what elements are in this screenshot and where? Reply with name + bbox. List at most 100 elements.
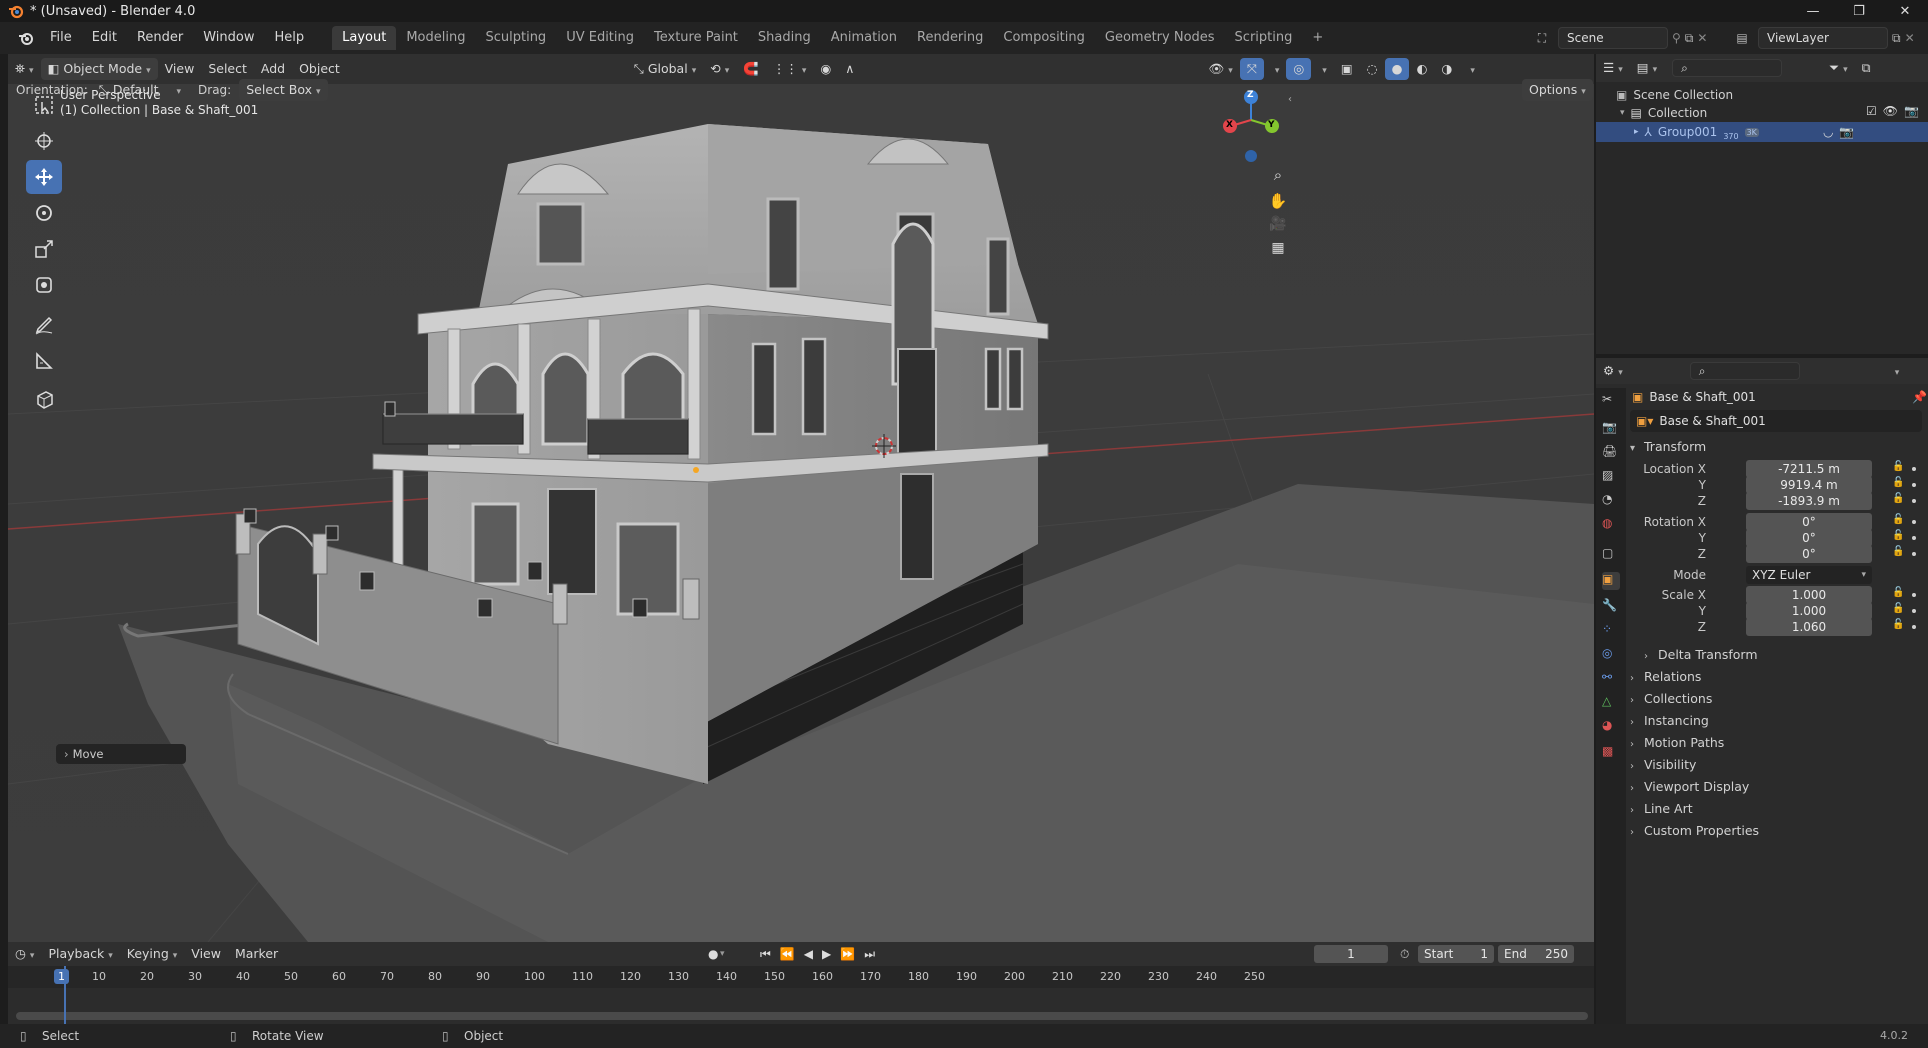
pin-icon[interactable]: 📌 [1912,390,1927,404]
physics-tab-icon[interactable]: ◎ [1602,646,1620,664]
tab-layout[interactable]: Layout [332,26,397,50]
tab-geometry-nodes[interactable]: Geometry Nodes [1095,26,1225,50]
current-frame-field[interactable]: 1 [1314,945,1388,963]
constraints-tab-icon[interactable]: ⚯ [1602,670,1620,688]
start-frame-field[interactable]: Start 1 [1418,945,1494,963]
tab-shading[interactable]: Shading [748,26,821,50]
properties-search-input[interactable]: ⌕ [1689,362,1800,380]
outliner-editor-type-icon[interactable]: ☰ ▾ [1596,57,1630,79]
outliner-row-scene-collection[interactable]: ▣ Scene Collection [1616,86,1733,104]
scale-tool[interactable] [26,232,62,266]
close-window-button[interactable]: ✕ [1882,0,1928,22]
material-tab-icon[interactable]: ◕ [1602,718,1620,736]
properties-editor-type-icon[interactable]: ⚙ ▾ [1596,360,1630,382]
jump-start-icon[interactable]: ⏮ [760,947,771,962]
menu-edit[interactable]: Edit [82,27,127,49]
viewport-display-section-header[interactable]: › Viewport Display [1630,776,1922,798]
timeline-scrollbar[interactable] [16,1012,1588,1020]
pin-scene-icon[interactable]: ⚲ [1672,31,1681,45]
visibility-section-header[interactable]: › Visibility [1630,754,1922,776]
tab-modeling[interactable]: Modeling [396,26,475,50]
3d-viewport[interactable]: User Perspective (1) Collection | Base &… [8,84,1594,942]
tab-rendering[interactable]: Rendering [907,26,993,50]
lock-icon[interactable]: 🔓 [1892,530,1904,541]
keyframe-dot-icon[interactable] [1912,536,1916,540]
move-tool[interactable] [26,160,62,194]
relations-section-header[interactable]: › Relations [1630,666,1922,688]
lock-icon[interactable]: 🔓 [1892,587,1904,598]
scale-z-field[interactable]: 1.060 [1746,618,1872,636]
location-z-field[interactable]: -1893.9 m [1746,492,1872,510]
lock-icon[interactable]: 🔓 [1892,546,1904,557]
filter-icon[interactable]: ⏷ ▾ [1822,57,1855,79]
custom-properties-section-header[interactable]: › Custom Properties [1630,820,1922,842]
exclude-checkbox-icon[interactable]: ☑ [1866,104,1877,118]
zoom-icon[interactable]: ⌕ [1266,166,1290,190]
pan-hand-icon[interactable]: ✋ [1266,192,1290,216]
tab-compositing[interactable]: Compositing [993,26,1095,50]
delete-view-layer-icon[interactable]: ✕ [1905,31,1915,45]
options-dropdown[interactable]: Options ▾ [1522,79,1593,101]
line-art-section-header[interactable]: › Line Art [1630,798,1922,820]
delta-transform-section-header[interactable]: › Delta Transform [1644,644,1928,666]
keyframe-dot-icon[interactable] [1912,625,1916,629]
orientation-dropdown[interactable]: ⤡ Default ▾ [92,79,188,101]
menu-render[interactable]: Render [127,27,193,49]
jump-end-icon[interactable]: ⏭ [864,947,875,962]
lock-icon[interactable]: 🔓 [1892,514,1904,525]
maximize-button[interactable]: ❐ [1836,0,1882,22]
minimize-button[interactable]: — [1790,0,1836,22]
motion-paths-section-header[interactable]: › Motion Paths [1630,732,1922,754]
keyframe-dot-icon[interactable] [1912,467,1916,471]
new-collection-icon[interactable]: ⧉ [1855,57,1878,79]
view-layer-icon[interactable]: ▤ [1730,27,1754,49]
keyframe-dot-icon[interactable] [1912,499,1916,503]
record-keyframe-icon[interactable]: ● [708,947,718,961]
outliner-row-group001[interactable]: ▸ ⅄ Group001 370 3K ◡ 📷 [1596,122,1928,142]
new-scene-icon[interactable]: ⧉ [1685,31,1694,46]
lock-icon[interactable]: 🔓 [1892,477,1904,488]
menu-marker[interactable]: Marker [228,943,285,965]
new-view-layer-icon[interactable]: ⧉ [1892,31,1901,46]
view-layer-field[interactable]: ViewLayer [1758,27,1888,49]
eye-icon[interactable]: ◡ [1823,125,1833,139]
expand-arrow-icon[interactable]: ▾ [1620,104,1625,122]
tab-scripting[interactable]: Scripting [1225,26,1303,50]
menu-window[interactable]: Window [193,27,264,49]
playhead-line[interactable] [64,966,66,1024]
viewport-scene[interactable] [8,84,1594,942]
output-tab-icon[interactable]: 🖨 [1602,444,1620,462]
prev-keyframe-icon[interactable]: ⏪ [780,947,795,962]
frame-ruler[interactable]: 1 10 20 30 40 50 60 70 80 90 100 110 120 130 140 150 160… [8,966,1594,988]
drag-dropdown[interactable]: Select Box ▾ [239,79,328,101]
end-frame-field[interactable]: End 250 [1498,945,1574,963]
render-camera-icon[interactable]: 📷 [1904,104,1919,118]
play-icon[interactable]: ▶ [822,947,831,962]
ortho-grid-icon[interactable]: ▦ [1266,240,1290,264]
cursor-tool[interactable] [26,124,62,158]
record-dropdown-icon[interactable]: ▾ [720,949,725,959]
camera-view-icon[interactable]: 🎥 [1266,216,1290,240]
texture-tab-icon[interactable]: ▩ [1602,744,1620,762]
keyframe-dot-icon[interactable] [1912,609,1916,613]
add-workspace-button[interactable]: + [1302,26,1333,50]
display-mode-icon[interactable]: ▤ ▾ [1630,57,1664,79]
annotate-tool[interactable] [26,308,62,342]
lock-icon[interactable]: 🔓 [1892,461,1904,472]
measure-tool[interactable] [26,344,62,378]
add-cube-tool[interactable] [26,382,62,416]
scene-name-field[interactable]: Scene [1558,27,1668,49]
keyframe-dot-icon[interactable] [1912,593,1916,597]
tab-uv-editing[interactable]: UV Editing [556,26,644,50]
menu-timeline-view[interactable]: View [184,943,228,965]
keyframe-dot-icon[interactable] [1912,552,1916,556]
tab-sculpting[interactable]: Sculpting [475,26,556,50]
play-reverse-icon[interactable]: ◀ [804,947,813,962]
keyframe-area[interactable] [8,988,1594,1024]
rotate-tool[interactable] [26,196,62,230]
transform-section-header[interactable]: ▾ Transform [1630,436,1922,458]
transform-tool[interactable] [26,268,62,302]
properties-options-icon[interactable]: ▾ [1884,360,1907,382]
tab-animation[interactable]: Animation [821,26,907,50]
render-camera-icon[interactable]: 📷 [1839,125,1854,139]
